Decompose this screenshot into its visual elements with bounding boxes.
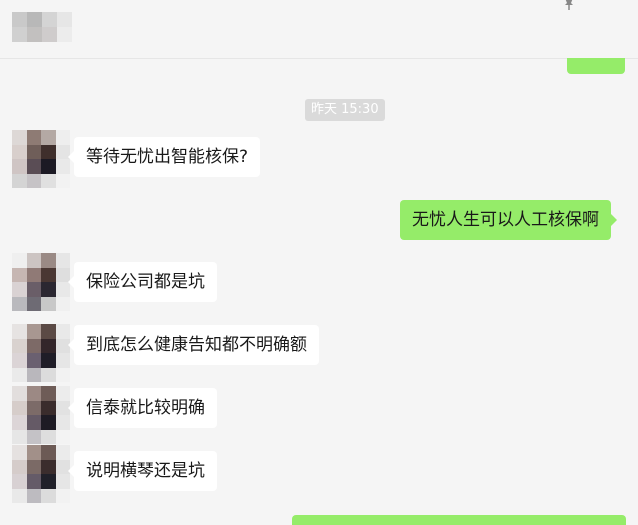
message-bubble-incoming[interactable]: 保险公司都是坑 xyxy=(68,262,217,302)
contact-avatar-blurred[interactable] xyxy=(12,12,72,42)
message-timestamp: 昨天 15:30 xyxy=(305,99,385,121)
sender-avatar[interactable] xyxy=(12,445,70,503)
pin-icon[interactable] xyxy=(562,0,576,10)
message-bubble-incoming[interactable]: 等待无忧出智能核保? xyxy=(67,137,261,177)
message-bubble-incoming[interactable]: 信泰就比较明确 xyxy=(68,388,217,428)
message-bubble-outgoing-partial[interactable] xyxy=(292,515,626,525)
chat-header xyxy=(0,0,638,59)
sender-avatar[interactable] xyxy=(12,253,70,311)
message-bubble-incoming[interactable]: 说明横琴还是坑 xyxy=(68,451,217,491)
message-bubble-outgoing-partial[interactable] xyxy=(567,58,625,74)
sender-avatar[interactable] xyxy=(12,130,70,188)
sender-avatar[interactable] xyxy=(12,324,70,382)
message-bubble-incoming[interactable]: 到底怎么健康告知都不明确额 xyxy=(68,325,319,365)
message-bubble-outgoing[interactable]: 无忧人生可以人工核保啊 xyxy=(400,200,617,240)
sender-avatar[interactable] xyxy=(12,386,70,444)
